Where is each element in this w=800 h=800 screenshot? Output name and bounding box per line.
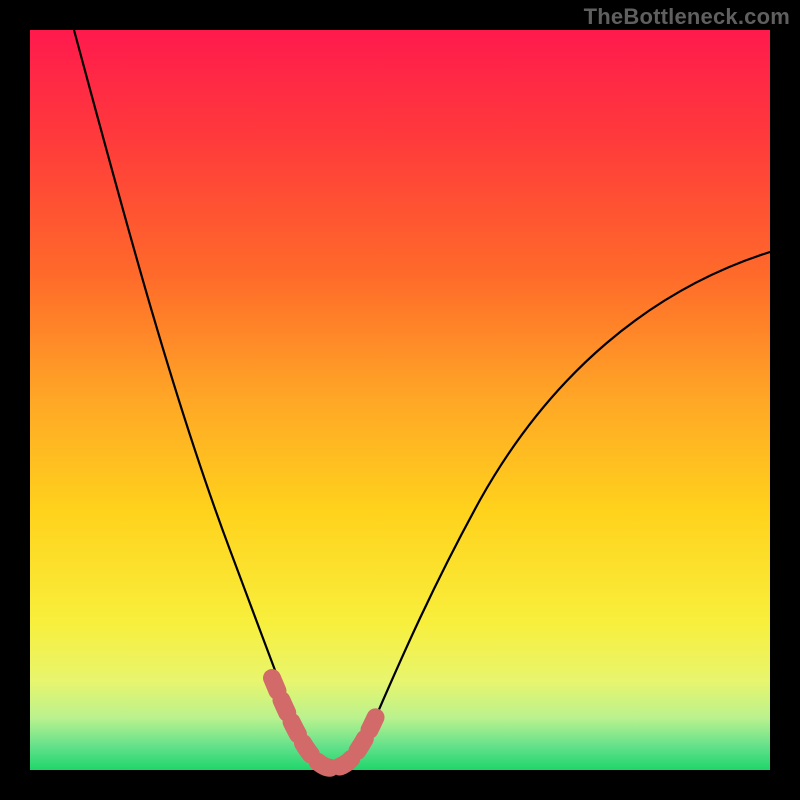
watermark-text: TheBottleneck.com [584, 4, 790, 30]
bottleneck-curve-path [74, 30, 770, 769]
highlight-band-path [272, 678, 378, 768]
outer-frame: TheBottleneck.com [0, 0, 800, 800]
chart-svg [30, 30, 770, 770]
